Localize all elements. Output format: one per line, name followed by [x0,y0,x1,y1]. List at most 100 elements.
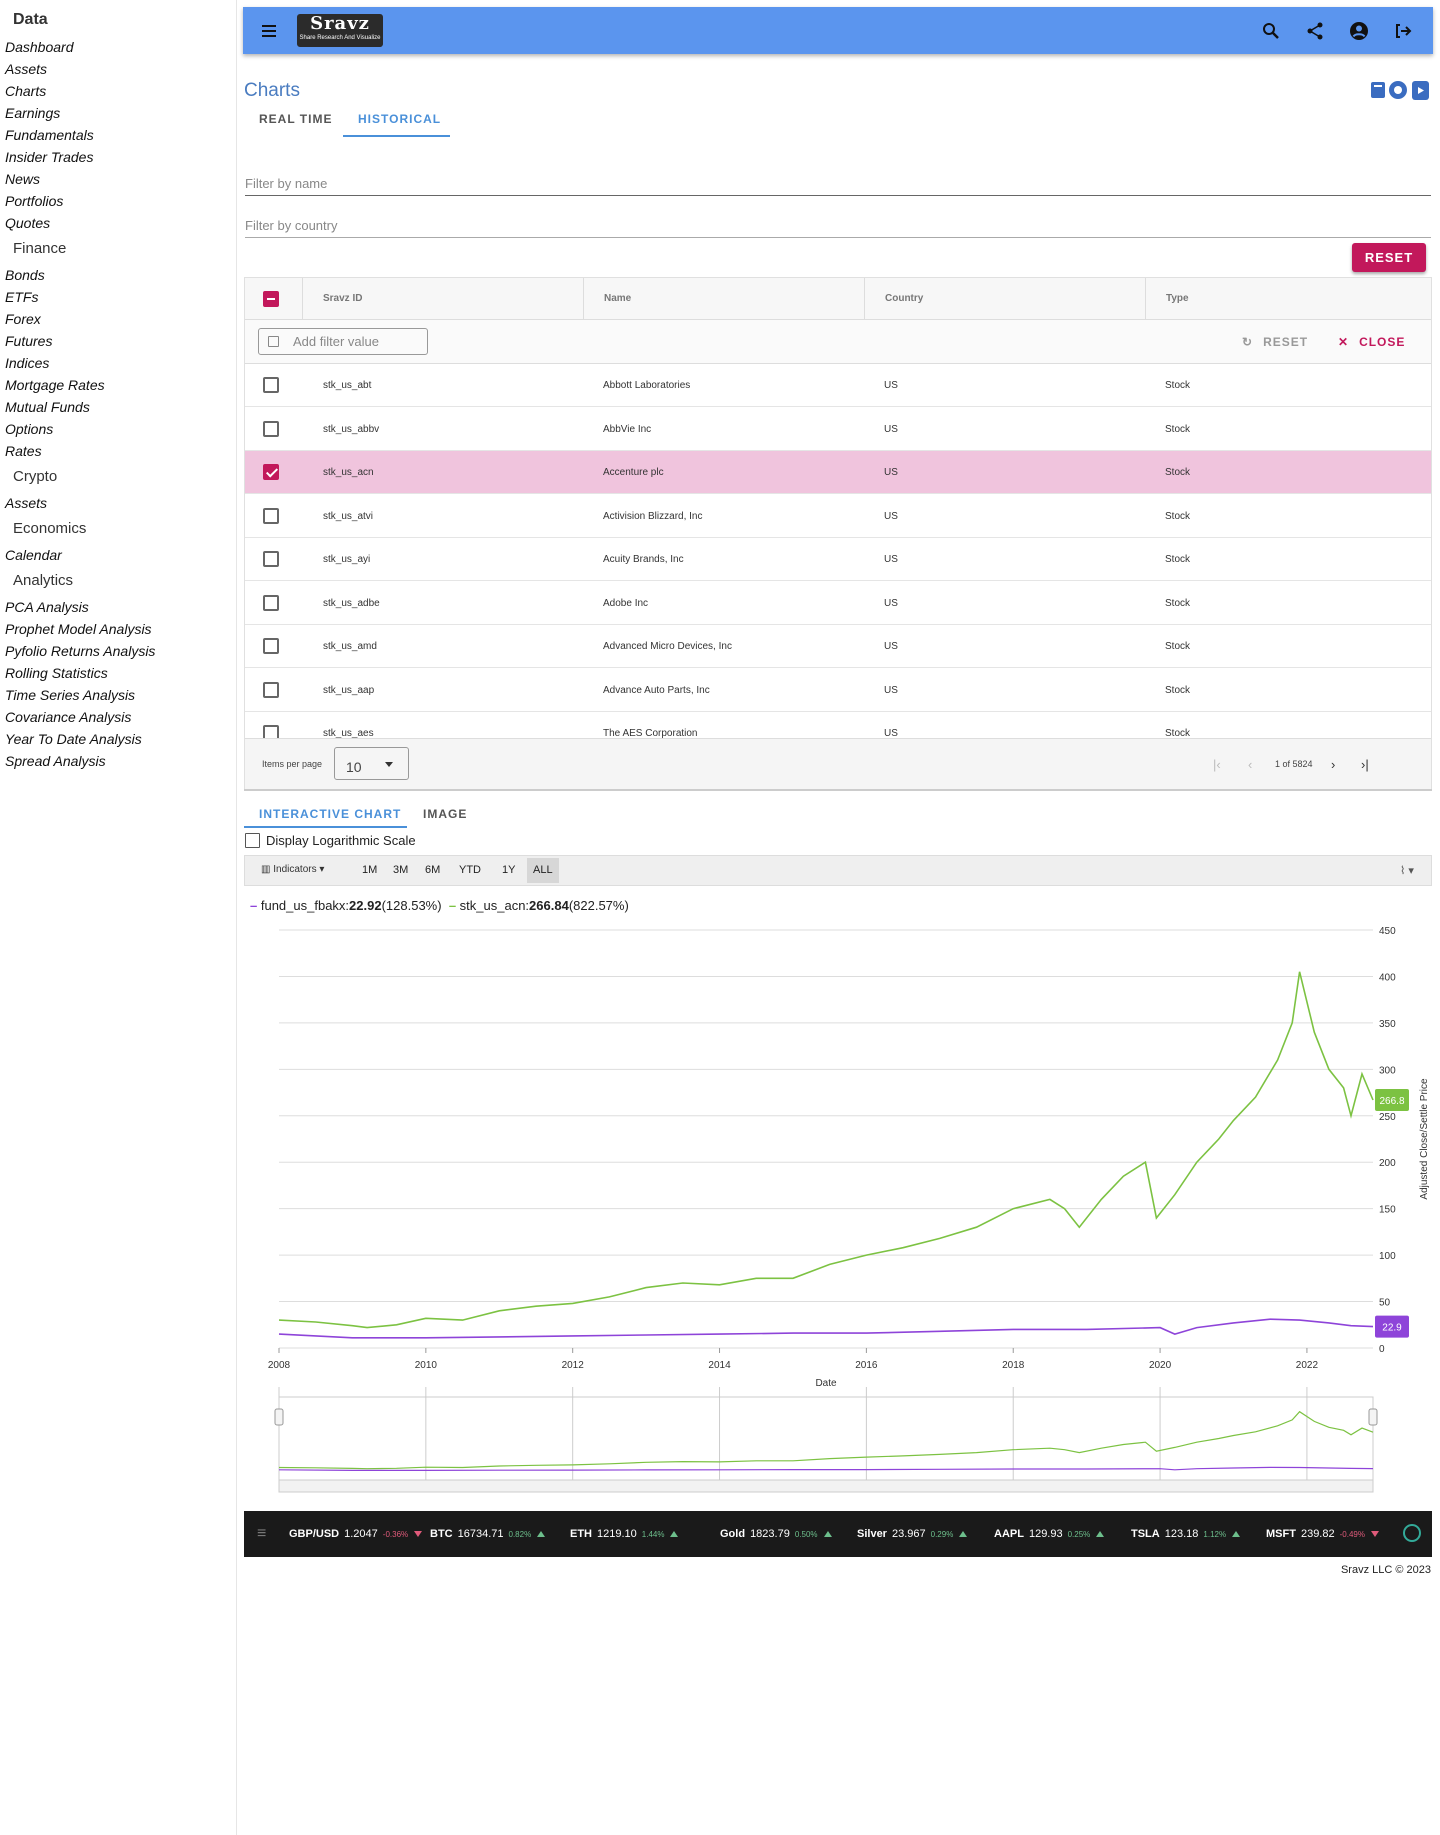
table-row[interactable]: stk_us_abbv AbbVie Inc US Stock [245,408,1431,451]
sidebar-item-pyfolio-returns-analysis[interactable]: Pyfolio Returns Analysis [0,640,236,662]
menu-icon[interactable] [257,19,281,43]
filter-country-input[interactable]: Filter by country [245,212,1431,238]
table-row[interactable]: stk_us_abt Abbott Laboratories US Stock [245,364,1431,407]
sidebar-item-options[interactable]: Options [0,418,236,440]
range-1m[interactable]: 1M [362,864,377,876]
col-type[interactable]: Type [1145,278,1426,320]
account-icon[interactable] [1347,19,1371,43]
row-checkbox[interactable] [263,594,279,611]
log-scale-checkbox[interactable] [245,833,260,848]
ticker-item[interactable]: Silver 23.967 0.29% [857,1528,968,1540]
table-row[interactable]: stk_us_atvi Activision Blizzard, Inc US Sto… [245,495,1431,538]
ticker-item[interactable]: GBP/USD 1.2047 -0.36% [289,1528,423,1540]
share-icon[interactable] [1303,19,1327,43]
book-icon[interactable] [1371,82,1385,98]
row-checkbox[interactable] [263,551,279,567]
sidebar-item-insider-trades[interactable]: Insider Trades [0,146,236,168]
row-checkbox[interactable] [263,507,279,524]
ticker-change: -0.49% [1339,1530,1365,1539]
sidebar-item-assets[interactable]: Assets [0,492,236,514]
youtube-icon[interactable] [1412,81,1429,100]
sidebar-item-mutual-funds[interactable]: Mutual Funds [0,396,236,418]
reset-button[interactable]: RESET [1352,243,1426,272]
sidebar-item-year-to-date-analysis[interactable]: Year To Date Analysis [0,728,236,750]
sidebar-item-mortgage-rates[interactable]: Mortgage Rates [0,374,236,396]
row-checkbox[interactable] [263,377,279,393]
tab-interactive-chart[interactable]: INTERACTIVE CHART [259,807,401,821]
sidebar-item-etfs[interactable]: ETFs [0,286,236,308]
tab-historical[interactable]: HISTORICAL [358,112,441,126]
col-country[interactable]: Country [864,278,1145,320]
sidebar-item-spread-analysis[interactable]: Spread Analysis [0,750,236,772]
logo[interactable]: Sravz Share Research And Visualize [297,14,383,47]
row-checkbox[interactable] [263,681,279,698]
next-page-button[interactable]: › [1331,757,1335,772]
price-chart-svg[interactable]: 0 50 100 150 200 250 300 350 400 450 2008 2010 2012 2… [243,918,1433,1498]
sidebar-item-pca-analysis[interactable]: PCA Analysis [0,596,236,618]
table-row[interactable]: stk_us_acn Accenture plc US Stock [245,451,1431,494]
sidebar-item-indices[interactable]: Indices [0,352,236,374]
row-checkbox[interactable] [263,464,279,480]
grid-reset-button[interactable]: ↻ RESET [1242,335,1308,349]
sidebar-item-rates[interactable]: Rates [0,440,236,462]
range-all[interactable]: ALL [527,858,559,883]
sidebar-item-dashboard[interactable]: Dashboard [0,36,236,58]
grid-paginator: Items per page 10 |‹ ‹ 1 of 5824 › ›| [245,738,1431,790]
sidebar-item-calendar[interactable]: Calendar [0,544,236,566]
sidebar: Data Dashboard Assets Charts Earnings Fundam… [0,0,237,1835]
select-all-checkbox[interactable] [263,291,279,307]
range-3m[interactable]: 3M [393,864,408,876]
grid-close-button[interactable]: ✕ CLOSE [1338,335,1405,349]
ticker-item[interactable]: Gold 1823.79 0.50% [720,1528,832,1540]
table-row[interactable]: stk_us_amd Advanced Micro Devices, Inc US S… [245,625,1431,668]
sidebar-item-futures[interactable]: Futures [0,330,236,352]
ticker-item[interactable]: ETH 1219.10 1.44% [570,1528,679,1540]
sidebar-item-covariance-analysis[interactable]: Covariance Analysis [0,706,236,728]
ticker-item[interactable]: TSLA 123.18 1.12% [1131,1528,1241,1540]
row-checkbox[interactable] [263,420,279,437]
sidebar-item-time-series-analysis[interactable]: Time Series Analysis [0,684,236,706]
filter-name-input[interactable]: Filter by name [245,170,1431,196]
table-row[interactable]: stk_us_ayi Acuity Brands, Inc US Stock [245,538,1431,581]
y-tick-label: 0 [1379,1344,1385,1355]
sidebar-item-assets[interactable]: Assets [0,58,236,80]
search-icon[interactable] [1259,19,1283,43]
range-ytd[interactable]: YTD [459,864,481,876]
col-name[interactable]: Name [583,278,864,320]
sidebar-item-prophet-model-analysis[interactable]: Prophet Model Analysis [0,618,236,640]
range-1y[interactable]: 1Y [502,864,515,876]
ticker-item[interactable]: AAPL 129.93 0.25% [994,1528,1105,1540]
sidebar-item-portfolios[interactable]: Portfolios [0,190,236,212]
sidebar-item-bonds[interactable]: Bonds [0,264,236,286]
sidebar-item-quotes[interactable]: Quotes [0,212,236,234]
logout-icon[interactable] [1391,19,1415,43]
legend-name-fbakx[interactable]: fund_us_fbakx: [261,898,349,913]
ticker-item[interactable]: BTC 16734.71 0.82% [430,1528,546,1540]
table-row[interactable]: stk_us_adbe Adobe Inc US Stock [245,582,1431,625]
grid-filter-input[interactable]: Add filter value [258,328,428,355]
last-page-button[interactable]: ›| [1361,757,1369,772]
price-chart[interactable]: 0 50 100 150 200 250 300 350 400 450 2008 2010 2012 2… [243,918,1433,1498]
github-icon[interactable] [1389,81,1407,99]
table-row[interactable]: stk_us_aap Advance Auto Parts, Inc US Stock [245,669,1431,712]
drag-handle-icon[interactable]: ≡ [257,1525,266,1543]
chart-type-dropdown[interactable]: ⌇ ▾ [1400,864,1414,877]
sidebar-item-news[interactable]: News [0,168,236,190]
sidebar-item-earnings[interactable]: Earnings [0,102,236,124]
sidebar-item-fundamentals[interactable]: Fundamentals [0,124,236,146]
first-page-button[interactable]: |‹ [1213,757,1221,772]
range-6m[interactable]: 6M [425,864,440,876]
tab-image[interactable]: IMAGE [423,807,467,821]
prev-page-button[interactable]: ‹ [1248,757,1252,772]
ticker-item[interactable]: MSFT 239.82 -0.49% [1266,1528,1379,1540]
sidebar-item-charts[interactable]: Charts [0,80,236,102]
tab-real-time[interactable]: REAL TIME [259,112,332,126]
items-per-page-select[interactable]: 10 [334,747,409,780]
legend-name-acn[interactable]: stk_us_acn: [460,898,529,913]
log-scale-toggle[interactable]: Display Logarithmic Scale [245,833,416,848]
sidebar-item-rolling-statistics[interactable]: Rolling Statistics [0,662,236,684]
col-sravz-id[interactable]: Sravz ID [302,278,583,320]
indicators-dropdown[interactable]: ▥ Indicators ▾ [261,864,324,875]
sidebar-item-forex[interactable]: Forex [0,308,236,330]
row-checkbox[interactable] [263,638,279,654]
